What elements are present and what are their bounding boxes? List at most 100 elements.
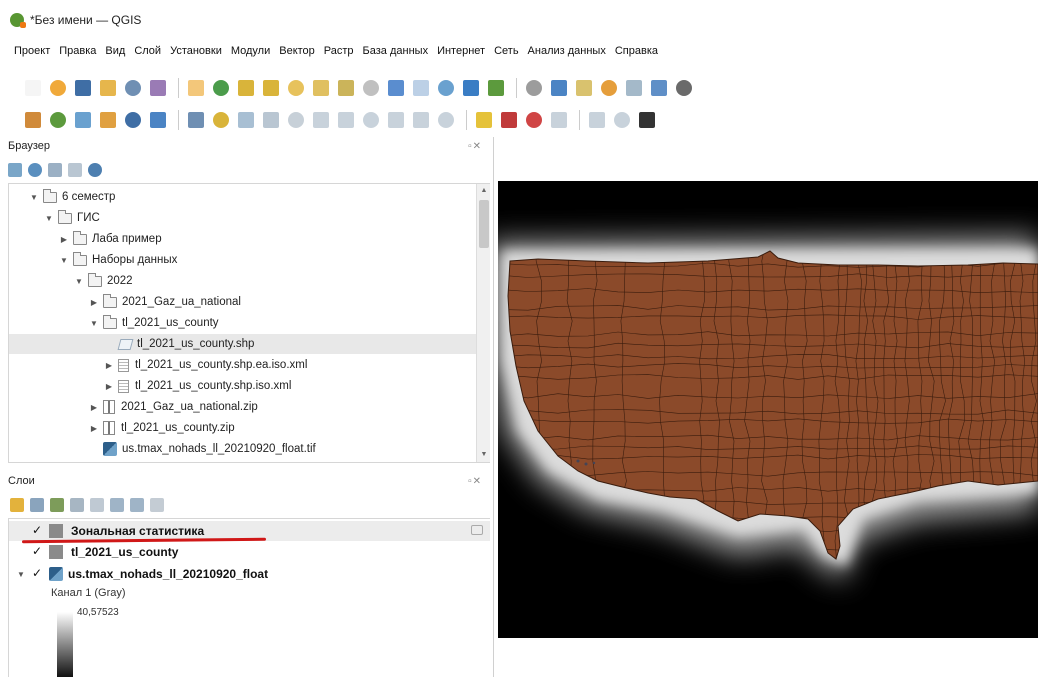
layer-name[interactable]: tl_2021_us_county [71,545,178,559]
layer-name[interactable]: Зональная статистика [71,524,204,538]
cut-icon[interactable] [335,109,357,131]
new-project-icon[interactable] [22,77,44,99]
temporal-icon[interactable] [460,77,482,99]
attribute-table-icon[interactable] [598,77,620,99]
menu-item[interactable]: Интернет [437,45,485,57]
save-edits-icon[interactable] [235,109,257,131]
undo-icon[interactable] [410,109,432,131]
save-as-icon[interactable] [97,77,119,99]
menu-item[interactable]: Вид [105,45,125,57]
browser-item[interactable]: ▼ ГИС [9,208,477,228]
remove-layer-icon[interactable] [150,498,164,512]
tree-expander-icon[interactable]: ▼ [29,193,39,202]
browser-panel-controls[interactable]: ▫✕ [468,141,482,152]
tree-expander-icon[interactable]: ▶ [89,298,99,307]
browser-item[interactable]: ▶ Лаба пример [9,229,477,249]
browser-item[interactable]: ▼ Наборы данных [9,250,477,270]
filter-icon[interactable] [48,163,62,177]
open-project-icon[interactable] [47,77,69,99]
print-layout-icon[interactable] [122,77,144,99]
expand-arrow-icon[interactable]: ▼ [15,570,27,579]
deselect-icon[interactable] [573,77,595,99]
move-feature-icon[interactable] [285,109,307,131]
menu-item[interactable]: Сеть [494,45,518,57]
menu-item[interactable]: Слой [134,45,161,57]
filter-by-expression-icon[interactable] [90,498,104,512]
layers-panel-controls[interactable]: ▫✕ [468,476,482,487]
zoom-to-layer-icon[interactable] [335,77,357,99]
label-change-icon[interactable] [611,109,633,131]
menu-item[interactable]: Установки [170,45,222,57]
browser-item[interactable]: ▼ tl_2021_us_county [9,313,477,333]
filter-legend-icon[interactable] [70,498,84,512]
new-layer-icon[interactable] [47,109,69,131]
refresh-icon[interactable] [485,77,507,99]
menu-item[interactable]: Растр [324,45,354,57]
label-rotate-icon[interactable] [586,109,608,131]
layer-indicator-icon[interactable] [471,525,483,535]
menu-item[interactable]: Вектор [279,45,315,57]
layer-name[interactable]: us.tmax_nohads_ll_20210920_float [68,567,268,581]
pan-to-selection-icon[interactable] [210,77,232,99]
properties-icon[interactable] [88,163,102,177]
new-spatialite-icon[interactable] [97,109,119,131]
scroll-thumb[interactable] [479,200,489,248]
menu-item[interactable]: Анализ данных [528,45,606,57]
add-raster-icon[interactable] [122,109,144,131]
layer-symbol[interactable] [49,524,63,538]
collapse-all-icon[interactable] [130,498,144,512]
browser-item[interactable]: tl_2021_us_county.shp [9,334,477,354]
zoom-out-icon[interactable] [260,77,282,99]
browser-item[interactable]: us.tmax_nohads_ll_20210920_float.tif [9,439,477,459]
browser-item[interactable]: ▼ 2022 [9,271,477,291]
add-vector-icon[interactable] [147,109,169,131]
sum-icon[interactable] [673,77,695,99]
scroll-down-icon[interactable]: ▼ [477,448,490,462]
browser-item[interactable]: ▶ tl_2021_us_county.shp.iso.xml [9,376,477,396]
browser-scrollbar[interactable]: ▲ ▼ [476,184,490,462]
new-map-view-icon[interactable] [435,77,457,99]
data-source-manager-icon[interactable] [22,109,44,131]
add-feature-icon[interactable] [260,109,282,131]
tree-expander-icon[interactable]: ▼ [89,319,99,328]
scroll-up-icon[interactable]: ▲ [477,184,490,198]
layer-row-raster[interactable]: ▼ ✓ us.tmax_nohads_ll_20210920_float [9,564,490,584]
add-selected-layers-icon[interactable] [8,163,22,177]
menu-item[interactable]: База данных [363,45,429,57]
zoom-native-icon[interactable] [360,77,382,99]
browser-item[interactable]: ▼ 6 семестр [9,187,477,207]
select-icon[interactable] [548,77,570,99]
redo-icon[interactable] [435,109,457,131]
tree-expander-icon[interactable]: ▼ [74,277,84,286]
paste-icon[interactable] [385,109,407,131]
map-canvas[interactable] [498,181,1038,638]
zoom-full-icon[interactable] [285,77,307,99]
menu-item[interactable]: Модули [231,45,270,57]
browser-tree[interactable]: us.tmax_nohads_ll_20210920_float.tif ▶ tl_… [8,183,490,463]
layer-row-county[interactable]: ✓ tl_2021_us_county [9,542,490,562]
plugin-icon[interactable] [636,109,658,131]
menu-item[interactable]: Проект [14,45,50,57]
measure-icon[interactable] [648,77,670,99]
tree-expander-icon[interactable]: ▶ [104,361,114,370]
copy-icon[interactable] [360,109,382,131]
tree-expander-icon[interactable]: ▶ [104,382,114,391]
refresh-icon[interactable] [28,163,42,177]
expand-all-icon[interactable] [110,498,124,512]
tree-expander-icon[interactable]: ▶ [59,235,69,244]
label-move-icon[interactable] [548,109,570,131]
browser-item[interactable]: ▶ 2021_Gaz_ua_national.zip [9,397,477,417]
tree-expander-icon[interactable]: ▶ [89,424,99,433]
label-pin-icon[interactable] [498,109,520,131]
zoom-to-selection-icon[interactable] [310,77,332,99]
tree-expander-icon[interactable]: ▶ [89,403,99,412]
collapse-all-icon[interactable] [68,163,82,177]
new-shapefile-icon[interactable] [72,109,94,131]
layer-checkbox-icon[interactable]: ✓ [31,524,43,537]
label-show-icon[interactable] [523,109,545,131]
manage-map-themes-icon[interactable] [50,498,64,512]
add-group-icon[interactable] [30,498,44,512]
zoom-next-icon[interactable] [410,77,432,99]
save-project-icon[interactable] [72,77,94,99]
pan-icon[interactable] [185,77,207,99]
